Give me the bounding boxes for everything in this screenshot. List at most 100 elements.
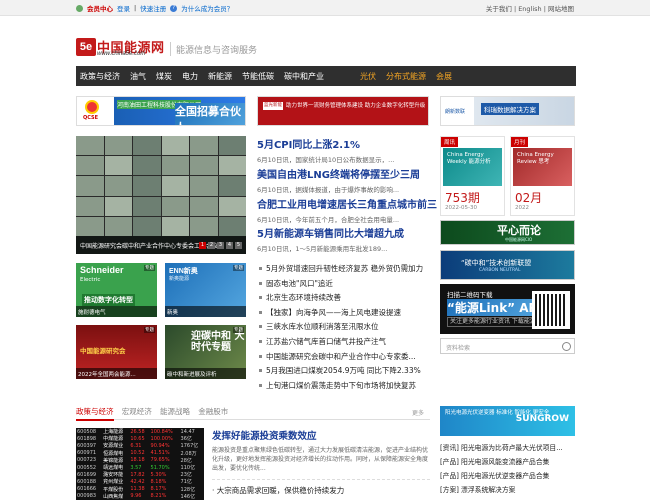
stock-volume: 146亿 [180,493,196,500]
table-row[interactable]: 000552 靖远煤电 3.57 51.70% 110亿 [76,464,204,472]
weekly-panel[interactable]: 周讯 China Energy Weekly 能源分析 753期 2022-05… [440,136,505,216]
top-right-links[interactable]: 关于我们 | English | 网站地图 [486,3,574,13]
list-item[interactable]: 【独家】向海争风——海上风电建设提速 [257,307,429,322]
list-item[interactable]: 上旬港口煤价震荡走势中下旬市场将加快复苏 [257,380,429,395]
headline-title[interactable]: 5月CPI同比上涨2.1% [257,136,429,151]
topic-tile-carbon[interactable]: 迎碳中和 大时代专题 专题 碳中和新进展及评析 [165,325,246,379]
tile-caption[interactable]: 2022年全国两会能源... [76,368,157,379]
topic-tile-two-sessions[interactable]: 中国能源研究会 专题 2022年全国两会能源... [76,325,157,379]
app-download-banner[interactable]: 扫描二维码下载 “能源Link” APP 关注更多能源行业资讯 下载能源行业应用 [440,284,575,334]
list-item[interactable]: [产品] 阳光电源风能变流器产品合集 [440,456,575,470]
list-item[interactable]: 固态电池"风口"追近 [257,278,429,293]
table-row[interactable]: 601666 平煤股份 11.38 8.17% 128亿 [76,486,204,493]
tile-caption[interactable]: 碳中和新进展及评析 [165,368,246,379]
logo-mark[interactable]: 5e [76,38,96,56]
table-row[interactable]: 000723 美锦能源 18.18 79.65% 28亿 [76,457,204,464]
banner-finance[interactable]: 蓝光新能 助力世界一流财务管理体系建设 助力企业数字化转型升级 [257,96,429,126]
tile-title: Schneider [80,265,124,275]
slider-dot[interactable]: 3 [217,242,224,249]
slider-dot[interactable]: 4 [226,242,233,249]
news-next[interactable]: · 大宗商品需求回暖，保供稳价持续发力 [212,479,430,496]
nav-item-distributed[interactable]: 分布式能源 [386,71,426,82]
tab-policy[interactable]: 政策与经济 [76,407,114,421]
list-item[interactable]: 5月外贸增速回升韧性经济复苏 稳外贸仍需加力 [257,263,429,278]
banner-title: 全国招募合伙人 [175,103,245,125]
table-row[interactable]: 000983 山西焦煤 9.96 8.21% 146亿 [76,493,204,500]
nav-item-pv[interactable]: 光伏 [360,71,376,82]
main-nav: 政策与经济 油气 煤炭 电力 新能源 节能低碳 碳中和产业 光伏 分布式能源 会… [76,66,576,86]
nav-item-policy[interactable]: 政策与经济 [80,71,120,82]
banner-logo: 蓝光新能 [263,102,283,110]
app-line1: 扫描二维码下载 [447,291,493,299]
why-member-link[interactable]: 为什么成为会员？ [181,3,233,13]
slider-dot[interactable]: 1 [199,242,206,249]
news-title[interactable]: 发挥好能源投资乘数效应 [212,428,430,442]
panel-tag: 周讯 [441,137,459,147]
list-item[interactable]: 中国能源研究会碳中和产业合作中心专家委... [257,351,429,366]
headline-title[interactable]: 5月新能源车销售同比大增超九成 [257,225,429,240]
tile-caption[interactable]: 新奥 [165,306,246,317]
list-item[interactable]: 5月我国进口煤炭2054.9万吨 同比下降2.33% [257,365,429,380]
tile-caption[interactable]: 施耐德电气 [76,306,157,317]
search-input[interactable]: 资料检索 [440,338,575,354]
table-row[interactable]: 600188 兖州煤业 42.42 8.18% 71亿 [76,478,204,486]
list-item[interactable]: [产品] 阳光电源光伏逆变器产品合集 [440,470,575,484]
tab-finance[interactable]: 金融股市 [198,407,228,416]
list-item[interactable]: [资讯] 阳光电源为比荷卢最大光伏项目... [440,442,575,456]
banner-logo-text: QCSE [83,115,99,121]
nav-item-coal[interactable]: 煤炭 [156,71,172,82]
table-row[interactable]: 600971 恒源煤电 10.52 41.51% 2.08万 [76,450,204,457]
nav-item-oil-gas[interactable]: 油气 [130,71,146,82]
nav-item-carbon-neutral[interactable]: 碳中和产业 [284,71,324,82]
bullet-icon [259,369,262,373]
nav-item-low-carbon[interactable]: 节能低碳 [242,71,274,82]
login-link[interactable]: 登录 [117,3,130,13]
list-item[interactable]: 三峡水库水位顺利消落至汛限水位 [257,321,429,336]
list-item[interactable]: 北京生态环境持续改善 [257,292,429,307]
tile-tag: 专题 [233,327,244,333]
list-item[interactable]: [方案] 漂浮系统解决方案 [440,484,575,498]
tab-macro[interactable]: 宏观经济 [122,407,152,416]
bullet-icon [259,296,262,300]
alliance-banner[interactable]: “碳中和”技术创新联盟 CARBON NEUTRAL [440,250,575,280]
headline-title[interactable]: 合肥工业用电增速居长三角重点城市前三 [257,196,437,211]
slider-dot[interactable]: 2 [208,242,215,249]
headline-item: 5月新能源车销售同比大增超九成 6月10日讯，1～5月新能源乘用车批发189..… [257,225,429,253]
nav-item-expo[interactable]: 会展 [436,71,452,82]
table-row[interactable]: 600397 安源煤业 6.31 90.94% 1767亿 [76,442,204,450]
table-row[interactable]: 600508 上海能源 26.58 100.84% 14.47 [76,428,204,436]
more-link[interactable]: 更多 [412,408,424,417]
stock-price: 10.65 [130,435,145,442]
stock-change: 8.18% [150,478,167,485]
headline-summary: 6月10日讯，今年前五个月，合肥全社会用电量... [257,216,400,224]
monthly-panel[interactable]: 月刊 China Energy Review 思考 02月 2022 [510,136,575,216]
quick-register-link[interactable]: 快速注册 [140,3,166,13]
topic-tile-enn[interactable]: ENN新奥 新奥能源 专题 新奥 [165,263,246,317]
column-banner[interactable]: 平心而论 中国能源网CIO [440,220,575,245]
sungrow-ad[interactable]: 阳光电源光伏逆变器 标准化 智能化 更安全 SUNGROW [440,406,575,436]
search-icon[interactable] [562,342,571,351]
banner-data[interactable]: 朗新数联 科瑞数据解决方案 [440,96,575,126]
table-row[interactable]: 601699 潞安环能 17.82 5.30% 23亿 [76,471,204,479]
slider-image [76,136,246,236]
headline-title[interactable]: 美国自由港LNG终端将停摆至少三周 [257,166,429,181]
stock-code: 000552 [77,464,97,471]
stock-code: 600397 [77,442,97,449]
stock-name: 上海能源 [103,429,124,436]
headline-summary: 6月10日讯，1～5月新能源乘用车批发189... [257,245,388,253]
nav-item-new-energy[interactable]: 新能源 [208,71,232,82]
stock-volume: 1767亿 [180,443,199,450]
banner-recruit[interactable]: QCSE 河南油田工程科技股份有限公司 全国招募合伙人 [76,96,246,126]
stock-change: 8.21% [150,493,167,500]
topic-tile-schneider[interactable]: Schneider Electric 推动数字化转型 专题 施耐德电气 [76,263,157,317]
top-bar-left: 会员中心 登录 | 快速注册 ? 为什么成为会员？ [76,3,233,13]
photo-slider[interactable]: 中国能源研究会碳中和产业合作中心专委会工作会议 1 2 3 4 5 [76,136,246,254]
table-row[interactable]: 601898 中煤能源 10.65 100.00% 36亿 [76,435,204,443]
slider-dot[interactable]: 5 [235,242,242,249]
member-center-link[interactable]: 会员中心 [87,3,113,13]
list-item[interactable]: 江苏盐穴储气库首口储气井投产注气 [257,336,429,351]
stock-name: 靖远煤电 [103,465,124,472]
tab-strategy[interactable]: 能源战略 [160,407,190,416]
list-item-text: 中国能源研究会碳中和产业合作中心专家委... [266,351,416,361]
nav-item-power[interactable]: 电力 [182,71,198,82]
